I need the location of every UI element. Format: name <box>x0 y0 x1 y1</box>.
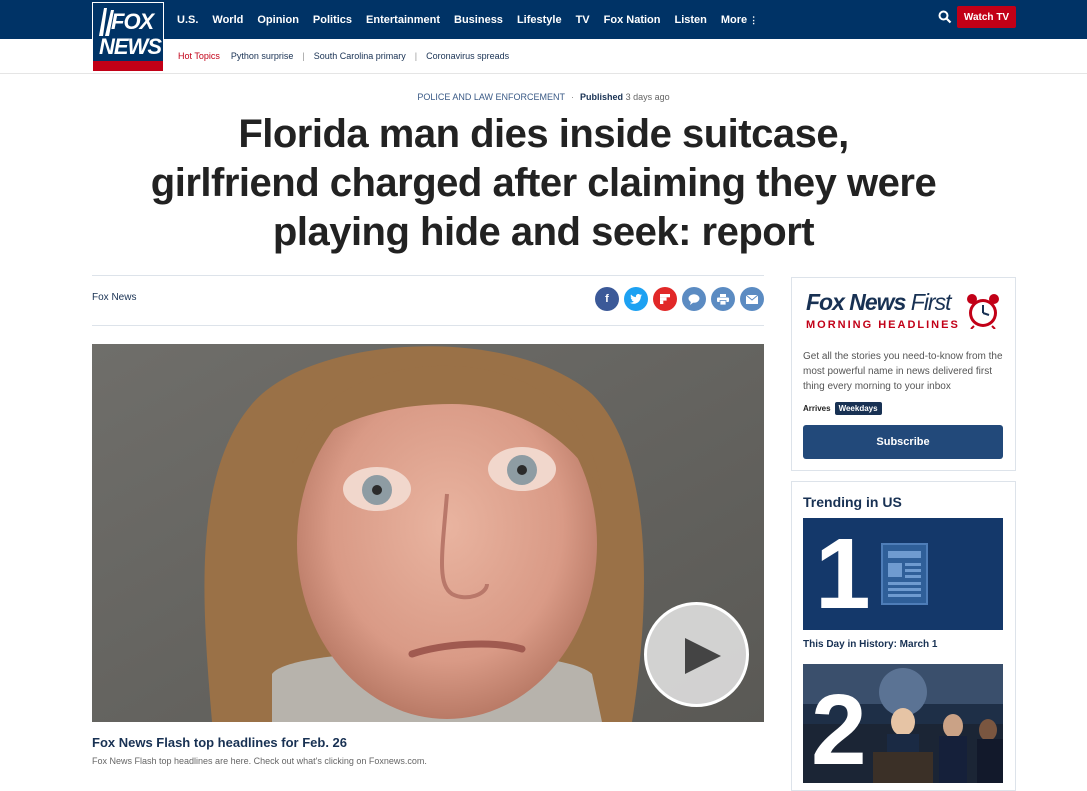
fox-news-logo[interactable]: FOX NEWS <box>92 2 164 72</box>
trending-rank: 2 <box>811 674 867 783</box>
trending-item-image[interactable]: 2 <box>803 664 1003 783</box>
newsletter-subtitle: MORNING HEADLINES <box>806 319 960 331</box>
meta-separator: · <box>571 92 575 102</box>
main-nav: U.S. World Opinion Politics Entertainmen… <box>177 0 772 39</box>
alarm-clock-icon <box>967 294 999 329</box>
article-meta: POLICE AND LAW ENFORCEMENT · Published 3 d… <box>0 92 1087 102</box>
divider: | <box>414 51 418 61</box>
watch-tv-button[interactable]: Watch TV <box>957 6 1016 28</box>
trending-title: Trending in US <box>803 494 902 510</box>
logo-text-news: NEWS <box>99 34 162 59</box>
article-category[interactable]: POLICE AND LAW ENFORCEMENT <box>417 92 565 102</box>
nav-item-entertainment[interactable]: Entertainment <box>366 14 440 26</box>
search-icon[interactable] <box>938 10 952 24</box>
published-time: 3 days ago <box>625 92 670 102</box>
hot-topic-link[interactable]: South Carolina primary <box>314 51 406 61</box>
document-icon <box>881 543 928 605</box>
newsletter-frequency: Arrives Weekdays <box>803 402 882 415</box>
print-icon[interactable] <box>711 287 735 311</box>
nav-item-listen[interactable]: Listen <box>674 14 706 26</box>
nav-item-fox-nation[interactable]: Fox Nation <box>604 14 661 26</box>
trending-item-image[interactable]: 1 <box>803 518 1003 630</box>
newsletter-brand-main: Fox News <box>806 289 906 315</box>
vertical-dots-icon: ⋮ <box>749 14 759 25</box>
divider: | <box>302 51 305 61</box>
comments-icon[interactable] <box>682 287 706 311</box>
nav-item-lifestyle[interactable]: Lifestyle <box>517 14 562 26</box>
nav-item-more[interactable]: More ⋮ <box>721 14 758 26</box>
trending-item-caption[interactable]: This Day in History: March 1 <box>803 639 937 650</box>
newsletter-brand: Fox News First <box>806 289 952 316</box>
play-icon <box>685 638 721 674</box>
divider <box>92 275 764 276</box>
trending-rank: 1 <box>815 518 871 630</box>
flipboard-icon[interactable] <box>653 287 677 311</box>
logo-background: FOX NEWS <box>93 3 163 61</box>
subscribe-button[interactable]: Subscribe <box>803 425 1003 459</box>
twitter-icon[interactable] <box>624 287 648 311</box>
nav-more-label: More <box>720 13 748 26</box>
article-author[interactable]: Fox News <box>92 292 136 303</box>
nav-item-tv[interactable]: TV <box>576 14 590 26</box>
play-button[interactable] <box>644 602 749 707</box>
hot-topics: Hot Topics Python surprise | South Carol… <box>178 51 509 61</box>
video-description: Fox News Flash top headlines are here. C… <box>92 756 427 766</box>
frequency-badge: Weekdays <box>834 402 882 415</box>
nav-item-business[interactable]: Business <box>454 14 503 26</box>
article-headline: Florida man dies inside suitcase, girlfr… <box>150 112 937 254</box>
hot-topic-link[interactable]: Coronavirus spreads <box>426 51 509 61</box>
divider <box>92 325 764 326</box>
published-label: Published <box>580 92 624 102</box>
newsletter-description: Get all the stories you need-to-know fro… <box>803 351 1003 392</box>
newsletter-brand-suffix: First <box>910 289 952 315</box>
nav-item-opinion[interactable]: Opinion <box>257 14 299 26</box>
logo-text-fox: FOX <box>111 9 154 34</box>
nav-item-world[interactable]: World <box>212 14 243 26</box>
hot-topic-link[interactable]: Python surprise <box>231 51 294 61</box>
nav-item-politics[interactable]: Politics <box>313 14 352 26</box>
share-bar: f <box>595 287 764 311</box>
logo-red-stripe <box>93 61 163 71</box>
hot-topics-label: Hot Topics <box>178 51 220 61</box>
video-title[interactable]: Fox News Flash top headlines for Feb. 26 <box>92 735 347 750</box>
facebook-icon[interactable]: f <box>595 287 619 311</box>
nav-item-us[interactable]: U.S. <box>177 14 198 26</box>
email-icon[interactable] <box>740 287 764 311</box>
arrives-label: Arrives <box>803 404 831 413</box>
